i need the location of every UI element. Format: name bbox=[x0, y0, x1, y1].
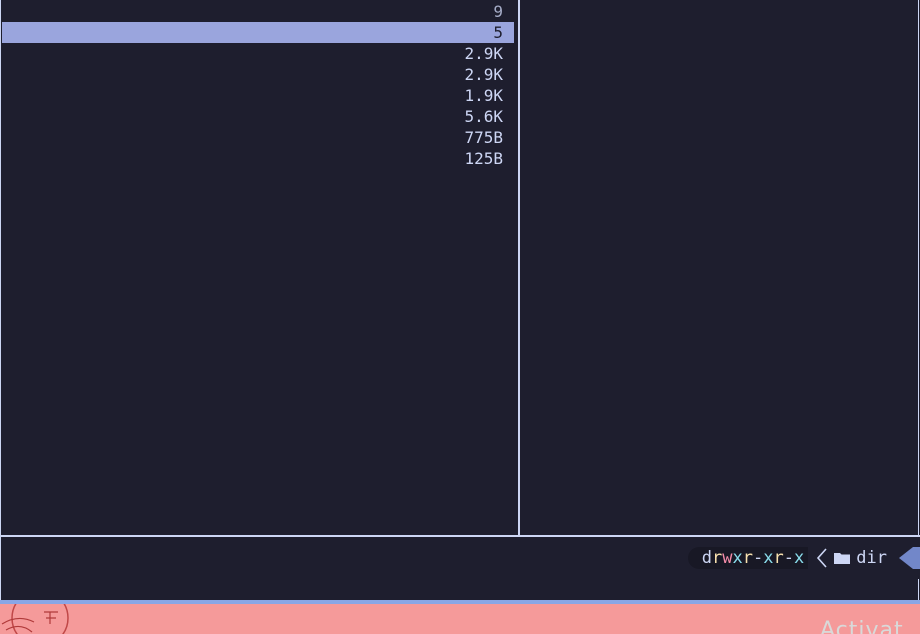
file-size: 5.6K bbox=[464, 107, 503, 126]
folder-icon bbox=[834, 551, 851, 565]
file-row[interactable]: 2.9K bbox=[2, 64, 514, 85]
perm-other-exec: x bbox=[794, 548, 805, 568]
perm-group-write: - bbox=[753, 548, 764, 568]
file-size: 2.9K bbox=[464, 65, 503, 84]
file-size: 775B bbox=[464, 128, 503, 147]
perm-owner-write: w bbox=[722, 548, 733, 568]
perm-other-write: - bbox=[783, 548, 795, 568]
file-list-pane[interactable]: 9 5 2.9K 2.9K 1.9K 5.6K 775B 125B bbox=[2, 0, 518, 535]
preview-pane[interactable] bbox=[520, 0, 919, 535]
activate-windows-watermark: Activat bbox=[820, 618, 904, 634]
perm-group-exec: x bbox=[763, 548, 774, 568]
chevron-left-icon bbox=[816, 547, 828, 569]
file-size: 5 bbox=[493, 23, 503, 42]
file-type-label: dir bbox=[856, 548, 887, 568]
anime-wallpaper-icon bbox=[1, 604, 69, 634]
file-row[interactable]: 1.9K bbox=[2, 85, 514, 106]
file-row[interactable]: 125B bbox=[2, 148, 514, 169]
perm-type: d bbox=[701, 548, 713, 568]
file-size: 125B bbox=[464, 149, 503, 168]
file-row[interactable]: 9 bbox=[2, 1, 514, 22]
perm-owner-read: r bbox=[712, 548, 723, 568]
terminal-window: 9 5 2.9K 2.9K 1.9K 5.6K 775B 125B d r w … bbox=[0, 0, 920, 600]
perm-group-read: r bbox=[742, 548, 754, 568]
status-bar: d r w x r - x r - x dir bbox=[1, 537, 920, 579]
file-row[interactable]: 775B bbox=[2, 127, 514, 148]
perm-owner-exec: x bbox=[732, 548, 743, 568]
mode-indicator bbox=[913, 547, 920, 569]
file-row[interactable]: 5.6K bbox=[2, 106, 514, 127]
mode-indicator-cap bbox=[899, 547, 913, 569]
status-right: d r w x r - x r - x dir bbox=[687, 547, 920, 569]
desktop-taskbar: Activat bbox=[0, 604, 920, 634]
file-row[interactable]: 2.9K bbox=[2, 43, 514, 64]
file-size: 1.9K bbox=[464, 86, 503, 105]
permissions: d r w x r - x r - x bbox=[687, 547, 809, 569]
file-row-selected[interactable]: 5 bbox=[2, 22, 514, 43]
perm-other-read: r bbox=[773, 548, 784, 568]
file-size: 9 bbox=[493, 2, 503, 21]
file-size: 2.9K bbox=[464, 44, 503, 63]
